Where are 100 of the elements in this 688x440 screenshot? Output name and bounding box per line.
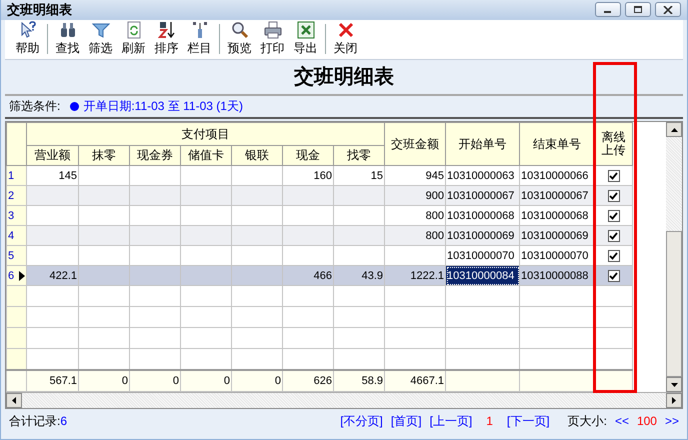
table-cell: 10310000067 <box>520 186 595 206</box>
record-count: 6 <box>60 414 68 428</box>
checkbox[interactable] <box>608 170 620 182</box>
column-header[interactable]: 储值卡 <box>180 146 232 166</box>
column-header[interactable]: 结束单号 <box>520 122 595 166</box>
table-cell <box>26 186 78 206</box>
checkbox[interactable] <box>608 270 620 282</box>
column-header[interactable]: 营业额 <box>26 146 78 166</box>
toolbar-button[interactable]: 打印 <box>256 21 289 58</box>
row-number[interactable]: 4 <box>6 226 26 246</box>
table-cell <box>130 186 180 206</box>
table-cell: 43.9 <box>334 266 385 286</box>
table-cell: 10310000069 <box>520 226 595 246</box>
maximize-icon <box>633 6 643 14</box>
table-cell: 900 <box>384 186 446 206</box>
checkbox[interactable] <box>608 190 620 202</box>
table-cell <box>78 226 130 246</box>
total-cell: 58.9 <box>334 370 385 392</box>
pager-link[interactable]: [上一页] <box>430 412 472 430</box>
column-header[interactable]: 找零 <box>334 146 385 166</box>
magnifier-icon <box>230 21 248 40</box>
table-cell <box>130 226 180 246</box>
total-cell: 0 <box>180 370 232 392</box>
table-cell: 10310000088 <box>520 266 595 286</box>
total-cell: 4667.1 <box>384 370 446 392</box>
row-number[interactable]: 1 <box>6 166 26 186</box>
column-header[interactable]: 现金 <box>282 146 334 166</box>
pager-link[interactable]: [首页] <box>390 412 422 430</box>
increase-page-size-link[interactable]: >> <box>664 414 679 428</box>
toolbar-button[interactable]: 排序 <box>150 21 183 58</box>
table-cell: 422.1 <box>26 266 78 286</box>
table-cell <box>180 186 232 206</box>
table-cell: 10310000069 <box>446 226 520 246</box>
window-title: 交班明细表 <box>7 0 73 19</box>
toolbar-button[interactable]: 刷新 <box>117 21 150 58</box>
columns-icon <box>190 21 208 40</box>
minimize-button[interactable] <box>595 2 621 18</box>
left-arrow-icon <box>12 397 16 404</box>
column-header[interactable]: 现金券 <box>130 146 180 166</box>
page-size-label: 页大小: <box>568 412 607 430</box>
group-header: 支付项目 <box>26 122 385 146</box>
table-cell <box>26 226 78 246</box>
row-number[interactable]: 5 <box>6 246 26 266</box>
toolbar-button[interactable]: 查找 <box>51 21 84 58</box>
maximize-button[interactable] <box>625 2 651 18</box>
total-cell: 626 <box>282 370 334 392</box>
pointer-question-icon <box>18 21 36 40</box>
page-number: 1 <box>486 414 493 428</box>
column-header[interactable]: 开始单号 <box>446 122 520 166</box>
table-cell <box>232 226 282 246</box>
page-size-value: 100 <box>636 414 657 428</box>
vertical-scrollbar[interactable] <box>666 122 682 392</box>
close-icon <box>336 21 354 40</box>
toolbar-button[interactable]: 帮助 <box>11 21 44 58</box>
table-cell: 800 <box>384 226 446 246</box>
right-arrow-icon <box>672 397 676 404</box>
table-cell <box>232 186 282 206</box>
down-arrow-icon <box>670 382 678 387</box>
total-cell: 0 <box>232 370 282 392</box>
table-cell <box>78 186 130 206</box>
report-title: 交班明细表 <box>5 60 683 96</box>
binoculars-icon <box>58 21 76 40</box>
table-cell <box>282 186 334 206</box>
column-header[interactable]: 抹零 <box>78 146 130 166</box>
row-number[interactable]: 2 <box>6 186 26 206</box>
up-arrow-icon <box>670 128 678 132</box>
toolbar-button[interactable]: 导出 <box>289 21 322 58</box>
table-cell: 10310000067 <box>446 186 520 206</box>
bullet-icon <box>70 102 80 111</box>
toolbar-button[interactable]: 筛选 <box>84 21 117 58</box>
filter-value: 开单日期:11-03 至 11-03 (1天) <box>83 98 243 115</box>
toolbar-button[interactable]: 栏目 <box>183 21 216 58</box>
funnel-icon <box>92 21 110 40</box>
table-cell <box>180 226 232 246</box>
checkbox[interactable] <box>608 210 620 222</box>
next-page-link[interactable]: [下一页] <box>506 412 550 430</box>
sort-icon <box>158 21 176 40</box>
toolbar-button[interactable]: 预览 <box>223 21 256 58</box>
toolbar-button[interactable]: 关闭 <box>329 21 362 58</box>
total-cell: 0 <box>130 370 180 392</box>
table-cell: 1222.1 <box>384 266 446 286</box>
column-header[interactable]: 离线上传 <box>594 122 633 166</box>
row-number[interactable]: 3 <box>6 206 26 226</box>
total-cell: 567.1 <box>26 370 78 392</box>
record-count-label: 合计记录: <box>9 412 60 430</box>
spreadsheet-icon <box>296 21 314 40</box>
pager-link[interactable]: [不分页] <box>340 412 383 430</box>
table-cell: 10310000084 <box>446 266 520 286</box>
checkbox[interactable] <box>608 230 620 242</box>
horizontal-scrollbar[interactable] <box>6 392 682 408</box>
filter-label: 筛选条件: <box>9 98 60 115</box>
row-number[interactable]: 6 <box>6 266 26 286</box>
table-cell: 466 <box>282 266 334 286</box>
checkbox[interactable] <box>608 250 620 262</box>
column-header[interactable]: 银联 <box>232 146 282 166</box>
decrease-page-size-link[interactable]: << <box>614 414 629 428</box>
table-cell <box>334 186 385 206</box>
total-cell: 0 <box>78 370 130 392</box>
column-header[interactable]: 交班金额 <box>384 122 446 166</box>
close-button[interactable] <box>655 2 681 18</box>
